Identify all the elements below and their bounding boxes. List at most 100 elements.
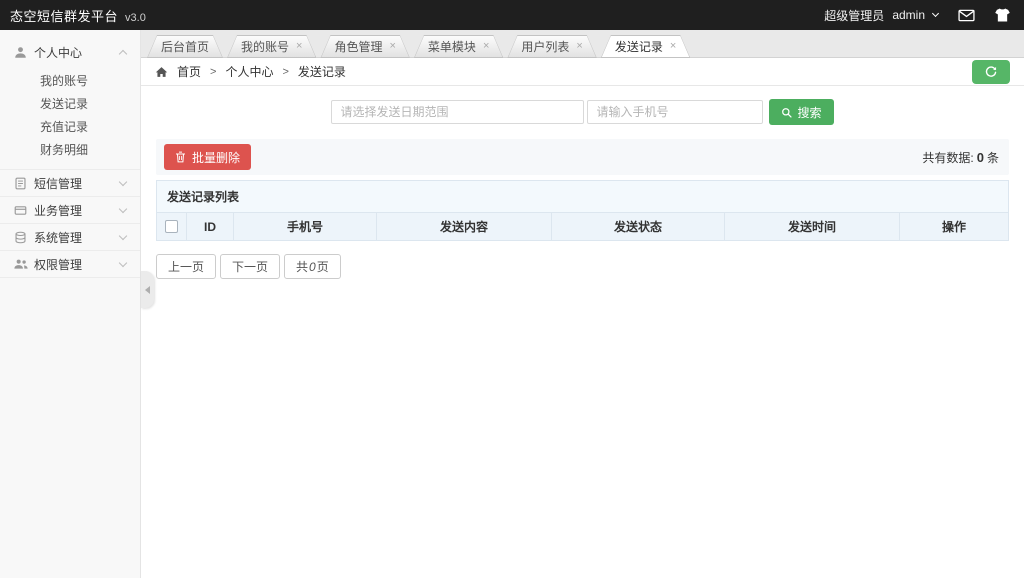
app-version: v3.0 — [125, 12, 146, 24]
tab-send-records[interactable]: 发送记录 × — [601, 35, 690, 58]
chevron-up-icon — [119, 49, 127, 57]
sidebar-item-recharge-records[interactable]: 充值记录 — [0, 115, 140, 138]
tab-bar: 后台首页 我的账号 × 角色管理 × 菜单模块 × 用户列表 × 发送记录 × — [141, 30, 1024, 58]
sidebar-item-permission-management[interactable]: 权限管理 — [0, 251, 140, 277]
header-cell-content: 发送内容 — [377, 213, 552, 240]
date-range-input[interactable] — [331, 100, 584, 124]
batch-delete-label: 批量删除 — [192, 149, 240, 166]
refresh-button[interactable] — [972, 60, 1010, 84]
search-button-label: 搜索 — [797, 104, 821, 121]
page-body: 搜索 批量删除 共有数据:0条 发送记录列表 — [141, 86, 1024, 578]
chevron-left-icon — [145, 286, 150, 294]
chevron-down-icon — [119, 258, 127, 266]
total-pages-indicator: 共0页 — [284, 254, 341, 279]
breadcrumb-separator: > — [210, 66, 216, 78]
search-row: 搜索 — [156, 99, 1009, 125]
sidebar-item-sms-management[interactable]: 短信管理 — [0, 170, 140, 196]
header-cell-phone: 手机号 — [234, 213, 377, 240]
tab-my-account[interactable]: 我的账号 × — [227, 35, 316, 58]
sidebar-section-personal: 个人中心 我的账号 发送记录 充值记录 财务明细 — [0, 38, 140, 169]
next-page-button[interactable]: 下一页 — [220, 254, 280, 279]
table-toolbar: 批量删除 共有数据: 0条 — [156, 139, 1009, 175]
total-pages-count: 0 — [309, 260, 316, 274]
sidebar-sublist: 我的账号 发送记录 充值记录 财务明细 — [0, 66, 140, 169]
database-icon — [14, 231, 31, 244]
user-menu[interactable]: 超级管理员 admin — [824, 7, 938, 24]
sidebar-collapse-handle[interactable] — [141, 271, 154, 308]
tab-user-list[interactable]: 用户列表 × — [507, 35, 596, 58]
search-button[interactable]: 搜索 — [769, 99, 833, 125]
chevron-down-icon — [119, 177, 127, 185]
breadcrumb-row: 首页 > 个人中心 > 发送记录 — [141, 58, 1024, 86]
app-title: 态空短信群发平台 — [10, 6, 118, 25]
sidebar-item-my-account[interactable]: 我的账号 — [0, 69, 140, 92]
sidebar-item-label: 个人中心 — [34, 44, 120, 61]
app-brand: 态空短信群发平台 v3.0 — [10, 6, 146, 25]
close-icon[interactable]: × — [483, 41, 489, 52]
header-cell-status: 发送状态 — [552, 213, 725, 240]
close-icon[interactable]: × — [670, 41, 676, 52]
chevron-down-icon — [932, 10, 939, 17]
sidebar-item-finance-details[interactable]: 财务明细 — [0, 138, 140, 161]
breadcrumb-section[interactable]: 个人中心 — [225, 63, 273, 80]
phone-number-input[interactable] — [587, 100, 763, 124]
sidebar-item-label: 系统管理 — [34, 229, 120, 246]
sidebar-item-label: 权限管理 — [34, 256, 120, 273]
header-cell-id: ID — [187, 213, 234, 240]
trash-icon — [175, 151, 186, 163]
prev-page-button[interactable]: 上一页 — [156, 254, 216, 279]
send-records-table: 发送记录列表 ID 手机号 发送内容 发送状态 发送时间 操作 — [156, 180, 1009, 241]
total-count: 0 — [977, 150, 984, 165]
total-pages-suffix: 页 — [317, 258, 329, 275]
sidebar: 个人中心 我的账号 发送记录 充值记录 财务明细 短信管理 — [0, 30, 141, 578]
tab-label: 角色管理 — [334, 38, 382, 55]
sidebar-item-label: 短信管理 — [34, 175, 120, 192]
total-pages-prefix: 共 — [296, 258, 308, 275]
header-cell-checkbox — [157, 213, 187, 240]
user-icon — [14, 46, 31, 59]
breadcrumb-home[interactable]: 首页 — [177, 63, 201, 80]
header-cell-action: 操作 — [900, 213, 1008, 240]
topbar: 态空短信群发平台 v3.0 超级管理员 admin — [0, 0, 1024, 30]
search-icon — [781, 107, 792, 118]
sidebar-item-personal-center[interactable]: 个人中心 — [0, 38, 140, 66]
breadcrumb-current: 发送记录 — [298, 63, 346, 80]
sidebar-item-send-records[interactable]: 发送记录 — [0, 92, 140, 115]
tab-label: 后台首页 — [161, 38, 209, 55]
header-cell-time: 发送时间 — [725, 213, 900, 240]
close-icon[interactable]: × — [296, 41, 302, 52]
message-icon — [14, 177, 31, 190]
close-icon[interactable]: × — [389, 41, 395, 52]
tab-label: 我的账号 — [241, 38, 289, 55]
pagination: 上一页 下一页 共0页 — [156, 254, 1009, 279]
refresh-icon — [984, 65, 998, 79]
tab-dashboard[interactable]: 后台首页 — [147, 35, 223, 58]
tab-role-management[interactable]: 角色管理 × — [320, 35, 409, 58]
sidebar-item-system-management[interactable]: 系统管理 — [0, 224, 140, 250]
tab-label: 用户列表 — [521, 38, 569, 55]
content-area: 后台首页 我的账号 × 角色管理 × 菜单模块 × 用户列表 × 发送记录 × — [141, 30, 1024, 578]
tab-menu-module[interactable]: 菜单模块 × — [414, 35, 503, 58]
breadcrumb: 首页 > 个人中心 > 发送记录 — [155, 63, 346, 80]
total-data-text: 共有数据: 0条 — [922, 149, 999, 166]
theme-tshirt-icon[interactable] — [995, 8, 1010, 22]
breadcrumb-separator: > — [282, 66, 288, 78]
users-group-icon — [14, 258, 31, 270]
tab-label: 发送记录 — [615, 38, 663, 55]
total-label: 共有数据: — [922, 151, 973, 165]
card-icon — [14, 204, 31, 217]
mail-icon[interactable] — [958, 9, 975, 22]
close-icon[interactable]: × — [576, 41, 582, 52]
total-unit: 条 — [987, 151, 999, 165]
select-all-checkbox[interactable] — [165, 220, 178, 233]
home-icon — [155, 66, 168, 78]
batch-delete-button[interactable]: 批量删除 — [164, 144, 251, 170]
sidebar-item-label: 业务管理 — [34, 202, 120, 219]
table-header-row: ID 手机号 发送内容 发送状态 发送时间 操作 — [157, 213, 1008, 240]
user-role: 超级管理员 — [824, 7, 884, 24]
chevron-down-icon — [119, 231, 127, 239]
user-name: admin — [892, 8, 925, 22]
sidebar-item-business-management[interactable]: 业务管理 — [0, 197, 140, 223]
table-title: 发送记录列表 — [157, 181, 1008, 213]
chevron-down-icon — [119, 204, 127, 212]
